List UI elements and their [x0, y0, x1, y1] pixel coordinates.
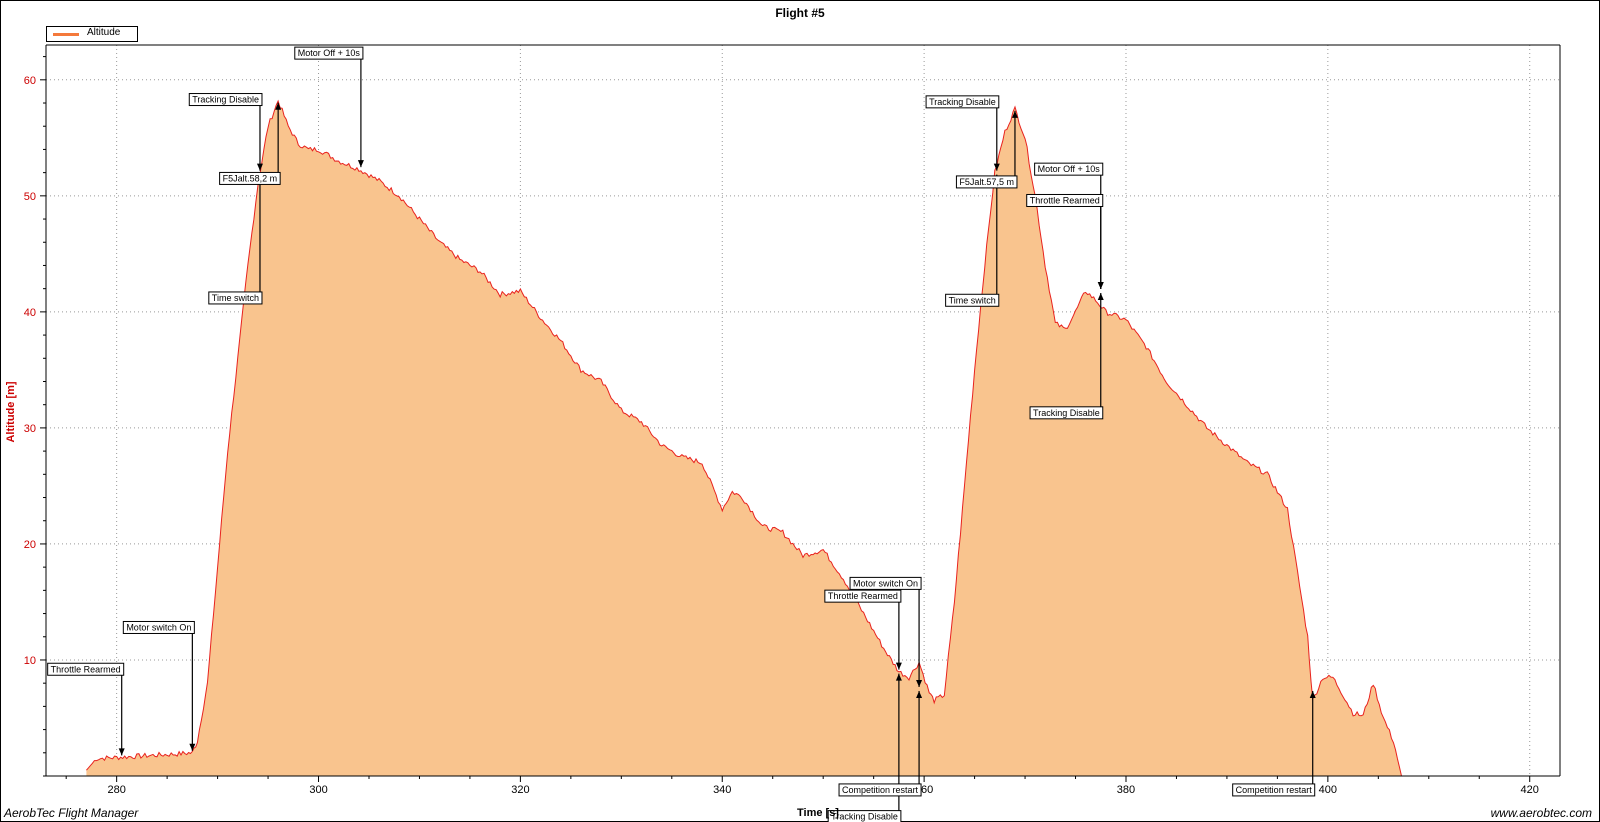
- annotation-label-0: Throttle Rearmed: [51, 664, 121, 674]
- x-tick-label-400: 400: [1319, 784, 1337, 796]
- website-link[interactable]: www.aerobtec.com: [1491, 806, 1592, 820]
- annotation-label-3: Time switch: [212, 293, 259, 303]
- annotation-2: Tracking Disable: [188, 93, 263, 171]
- x-tick-label-340: 340: [713, 784, 731, 796]
- x-tick-label-420: 420: [1521, 784, 1539, 796]
- legend-swatch-altitude: [53, 33, 79, 36]
- annotation-label-4: F5Jalt.58,2 m: [223, 173, 278, 183]
- annotation-arrowhead-5: [357, 160, 364, 168]
- legend: Altitude: [46, 26, 138, 42]
- annotation-label-15: Tracking Disable: [1033, 408, 1100, 418]
- annotation-label-7: Tracking Disable: [831, 812, 898, 822]
- y-tick-label-40: 40: [24, 307, 36, 319]
- y-tick-label-30: 30: [24, 423, 36, 435]
- x-tick-label-380: 380: [1117, 784, 1135, 796]
- y-tick-label-60: 60: [24, 75, 36, 87]
- annotation-label-8: Motor switch On: [853, 578, 918, 588]
- annotation-arrowhead-15: [1097, 292, 1104, 300]
- annotation-arrowhead-0: [118, 748, 125, 756]
- annotation-label-12: F5Jalt.57,5 m: [959, 177, 1014, 187]
- annotation-0: Throttle Rearmed: [47, 662, 125, 756]
- y-tick-label-10: 10: [24, 655, 36, 667]
- x-axis-title: Time [s]: [797, 807, 839, 819]
- annotation-label-16: Competition restart: [1236, 785, 1313, 795]
- annotation-label-5: Motor Off + 10s: [298, 48, 361, 58]
- annotation-10: Tracking Disable: [925, 95, 1000, 171]
- annotation-label-6: Throttle Rearmed: [828, 591, 898, 601]
- annotation-arrowhead-14: [1097, 281, 1104, 289]
- x-tick-label-320: 320: [511, 784, 529, 796]
- annotation-label-1: Motor switch On: [126, 622, 191, 632]
- annotation-label-13: Motor Off + 10s: [1038, 164, 1101, 174]
- x-tick-label-280: 280: [107, 784, 125, 796]
- annotation-label-14: Throttle Rearmed: [1030, 195, 1100, 205]
- chart-svg: Flight #5 280 300 320 340 360 380 400 420102030…: [5, 6, 1561, 822]
- area-layer: [86, 99, 1402, 777]
- x-tick-label-300: 300: [309, 784, 327, 796]
- y-tick-label-20: 20: [24, 539, 36, 551]
- y-axis-title: Altitude [m]: [5, 381, 17, 442]
- annotation-1: Motor switch On: [122, 620, 196, 751]
- annotation-label-9: Competition restart: [842, 785, 919, 795]
- legend-label-altitude: Altitude: [87, 27, 121, 38]
- annotation-label-10: Tracking Disable: [929, 97, 996, 107]
- altitude-area-fill: [86, 101, 1402, 776]
- chart-title: Flight #5: [775, 6, 825, 20]
- annotation-label-2: Tracking Disable: [192, 95, 259, 105]
- app-name: AerobTec Flight Manager: [4, 806, 139, 820]
- y-tick-label-50: 50: [24, 191, 36, 203]
- annotation-label-11: Time switch: [949, 295, 996, 305]
